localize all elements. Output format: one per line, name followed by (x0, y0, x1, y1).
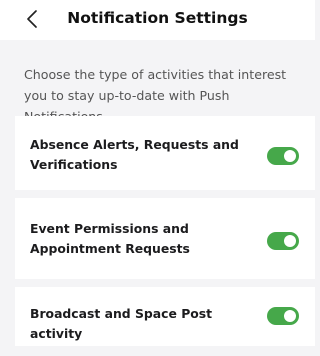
absence-alerts-toggle[interactable] (267, 147, 299, 165)
page-title: Notification Settings (67, 9, 248, 27)
setting-label: Absence Alerts, Requests and Verificatio… (30, 137, 239, 172)
setting-row-event-permissions: Event Permissions and Appointment Reques… (15, 198, 315, 279)
setting-row-broadcast: Broadcast and Space Post activity (15, 287, 315, 346)
event-permissions-toggle[interactable] (267, 232, 299, 250)
broadcast-toggle[interactable] (267, 307, 299, 325)
setting-row-absence-alerts: Absence Alerts, Requests and Verificatio… (15, 116, 315, 190)
toggle-knob (284, 150, 296, 162)
setting-label: Event Permissions and Appointment Reques… (30, 221, 190, 256)
toggle-knob (284, 235, 296, 247)
header-bar: Notification Settings (0, 0, 315, 40)
toggle-knob (284, 310, 296, 322)
setting-label: Broadcast and Space Post activity (30, 306, 213, 341)
